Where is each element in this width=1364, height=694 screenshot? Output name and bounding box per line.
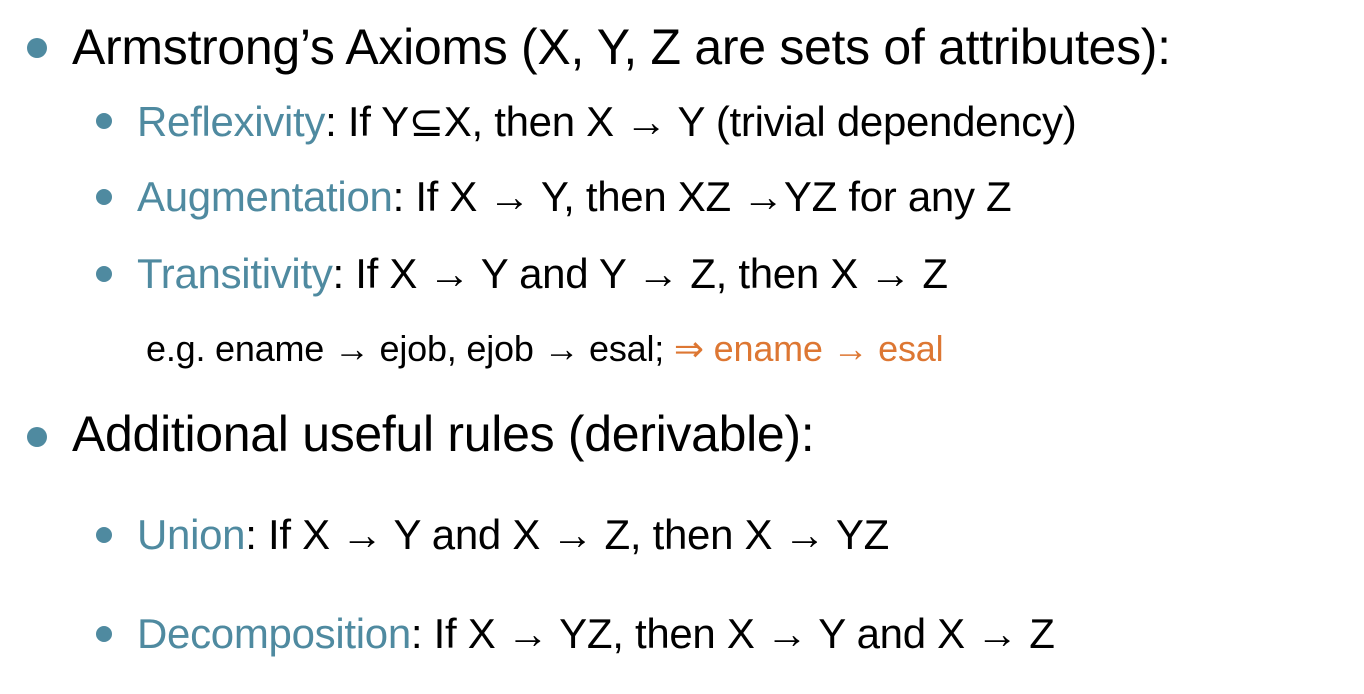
example-text: e.g. ename → ejob, ejob → esal;	[146, 328, 674, 369]
rule-text: : If X → YZ, then X → Y and X → Z	[410, 610, 1055, 657]
bullet-icon	[27, 427, 47, 447]
heading-text: Armstrong’s Axioms (X, Y, Z are sets of …	[72, 19, 1171, 75]
term-decomposition: Decomposition	[137, 610, 411, 657]
bullet-icon	[96, 189, 112, 205]
heading-text: Additional useful rules (derivable):	[72, 406, 815, 462]
rule-text: : If X → Y and Y → Z, then X → Z	[332, 250, 949, 297]
term-union: Union	[137, 511, 246, 558]
rule-text: : If X → Y, then XZ →YZ for any Z	[392, 173, 1012, 220]
term-augmentation: Augmentation	[137, 173, 393, 220]
rule-text: : If Y⊆X, then X → Y (trivial dependency…	[325, 98, 1077, 145]
example-highlight: ⇒ ename → esal	[673, 328, 944, 369]
term-reflexivity: Reflexivity	[137, 98, 326, 145]
rule-text: : If X → Y and X → Z, then X → YZ	[245, 511, 889, 558]
bullet-icon	[96, 266, 112, 282]
bullet-icon	[96, 626, 112, 642]
transitivity-example: e.g. ename → ejob, ejob → esal; ⇒ ename …	[146, 328, 944, 370]
bullet-icon	[96, 113, 112, 129]
bullet-icon	[96, 527, 112, 543]
bullet-icon	[27, 38, 47, 58]
term-transitivity: Transitivity	[137, 250, 333, 297]
